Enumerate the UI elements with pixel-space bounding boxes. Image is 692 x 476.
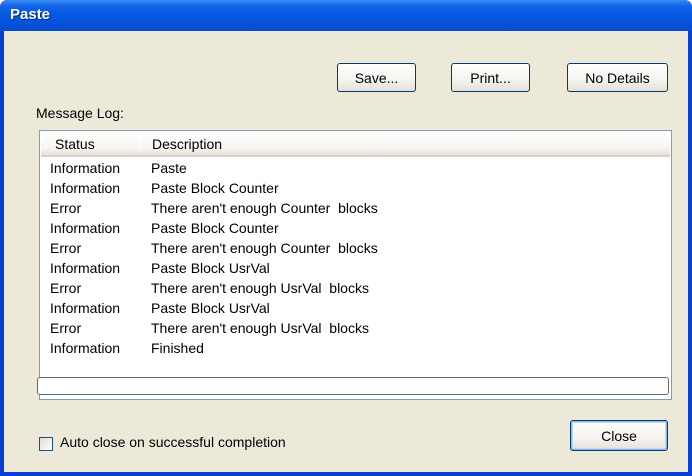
status-cell: Information [50, 160, 121, 176]
no-details-button[interactable]: No Details [567, 63, 668, 92]
status-cell: Information [50, 220, 121, 236]
list-item[interactable]: Error There aren't enough Counter blocks [41, 239, 670, 259]
status-cell: Information [50, 260, 121, 276]
status-cell: Information [50, 340, 121, 356]
description-cell: Finished [151, 340, 204, 356]
list-item[interactable]: Information Paste Block UsrVal [41, 299, 670, 319]
column-header-status-label: Status [55, 135, 95, 152]
auto-close-checkbox[interactable] [39, 437, 53, 451]
status-cell: Information [50, 300, 121, 316]
list-header: Status Description [41, 132, 670, 157]
title-bar[interactable]: Paste [0, 0, 692, 31]
print-button-label: Print... [470, 69, 511, 86]
description-cell: There aren't enough Counter blocks [151, 200, 378, 216]
close-button[interactable]: Close [570, 420, 668, 451]
description-cell: Paste [151, 160, 187, 176]
status-cell: Error [50, 280, 82, 296]
list-item[interactable]: Information Paste Block Counter [41, 219, 670, 239]
column-header-description[interactable]: Description [152, 132, 222, 155]
description-cell: Paste Block UsrVal [151, 260, 270, 276]
description-cell: Paste Block Counter [151, 220, 279, 236]
description-cell: There aren't enough UsrVal blocks [151, 280, 369, 296]
column-header-status[interactable]: Status [55, 132, 95, 155]
status-cell: Error [50, 200, 82, 216]
description-cell: Paste Block Counter [151, 180, 279, 196]
window-title: Paste [10, 6, 51, 23]
status-cell: Error [50, 320, 82, 336]
list-item[interactable]: Information Paste Block Counter [41, 179, 670, 199]
list-item[interactable]: Error There aren't enough Counter blocks [41, 199, 670, 219]
save-button[interactable]: Save... [337, 63, 416, 92]
description-cell: There aren't enough UsrVal blocks [151, 320, 369, 336]
paste-dialog: Paste Save... Print... No Details Messag… [0, 0, 692, 476]
column-header-description-label: Description [152, 135, 223, 152]
description-cell: Paste Block UsrVal [151, 300, 270, 316]
progress-bar [37, 377, 669, 395]
list-item[interactable]: Information Paste [41, 159, 670, 179]
save-button-label: Save... [354, 69, 399, 86]
message-log-list[interactable]: Status Description Information Paste Inf… [39, 130, 672, 400]
auto-close-label-text: Auto close on successful completion [60, 434, 286, 450]
close-button-label: Close [601, 427, 637, 444]
status-cell: Information [50, 180, 121, 196]
list-item[interactable]: Error There aren't enough UsrVal blocks [41, 279, 670, 299]
auto-close-label[interactable]: Auto close on successful completion [60, 434, 286, 450]
list-item[interactable]: Information Paste Block UsrVal [41, 259, 670, 279]
column-divider[interactable] [140, 136, 141, 152]
print-button[interactable]: Print... [451, 63, 530, 92]
status-cell: Error [50, 240, 82, 256]
list-item[interactable]: Information Finished [41, 339, 670, 359]
no-details-button-label: No Details [585, 69, 650, 86]
list-item[interactable]: Error There aren't enough UsrVal blocks [41, 319, 670, 339]
description-cell: There aren't enough Counter blocks [151, 240, 378, 256]
message-log-label: Message Log: [36, 105, 124, 121]
